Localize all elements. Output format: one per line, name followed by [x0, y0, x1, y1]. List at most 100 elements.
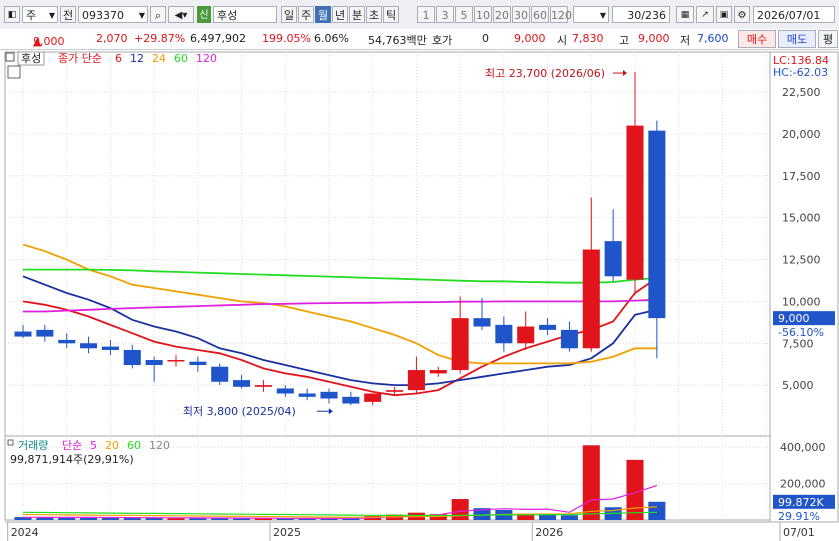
open-label: 시: [557, 34, 568, 47]
volume-settings-icon: [7, 439, 14, 446]
candle-body: [298, 393, 316, 397]
volume-ma-legend-5: 5: [90, 439, 97, 452]
x-tick-label: 2025: [273, 526, 301, 539]
candle-body: [626, 125, 644, 280]
sell-button[interactable]: 매도: [778, 30, 816, 48]
stock-code-value: 093370: [82, 9, 124, 22]
interval-30-button[interactable]: 30: [512, 6, 530, 23]
hc-label: HC:-62.03: [773, 66, 828, 79]
ma-legend-120: 120: [196, 52, 217, 65]
interval-5-button[interactable]: 5: [455, 6, 473, 23]
volume-bar: [560, 515, 578, 520]
y-tick-label: 10,000: [782, 295, 821, 308]
ma-legend-12: 12: [130, 52, 144, 65]
candle-body: [276, 388, 294, 394]
ma-legend-24: 24: [152, 52, 166, 65]
candle-body: [145, 360, 163, 366]
volume-bar: [539, 514, 557, 520]
period-6-button[interactable]: 초: [366, 6, 382, 23]
stock-badge: 신: [197, 6, 211, 23]
candle-body: [80, 343, 98, 349]
volume-ma-legend-60: 60: [127, 439, 141, 452]
chart-background: [0, 50, 839, 541]
period-2-button[interactable]: 주: [298, 6, 314, 23]
current-change-label: -56.10%: [778, 326, 824, 339]
volume-bar: [80, 517, 98, 520]
table-icon: [7, 65, 21, 79]
interval-1-button[interactable]: 1: [417, 6, 435, 23]
volume-tick-label: 200,000: [780, 478, 826, 491]
volume-value: 6,497,902: [190, 32, 246, 45]
count-value: 30: [627, 9, 642, 22]
period-1-button[interactable]: 일: [281, 6, 297, 23]
stock-name-field: 후성: [213, 6, 277, 23]
settings-square-icon: [5, 52, 15, 62]
low-value: 7,600: [697, 32, 729, 45]
candle-body: [560, 329, 578, 349]
grid-icon[interactable]: ▦: [676, 6, 694, 23]
price-chart[interactable]: 5,000 7,500 10,000 12,500 15,000 17,500 20,000…: [0, 50, 839, 541]
price-change-pct: +29.87%: [134, 32, 186, 45]
chart-type-icon[interactable]: ↗: [696, 6, 714, 23]
save-icon[interactable]: ▣: [716, 6, 732, 23]
search-icon[interactable]: ⌕: [150, 6, 166, 23]
candle-body: [101, 346, 119, 350]
ma-legend-60: 60: [174, 52, 188, 65]
layout-icon[interactable]: ◧: [4, 6, 20, 23]
candle-body: [58, 339, 76, 344]
volume-bar: [648, 501, 666, 520]
interval-10-button[interactable]: 10: [474, 6, 492, 23]
volume-bar: [101, 517, 119, 520]
period-3-button[interactable]: 월: [315, 6, 331, 23]
date-value: 2026/07/01: [757, 9, 821, 22]
interval-3-button[interactable]: 3: [436, 6, 454, 23]
candle-body: [320, 391, 338, 399]
market-select[interactable]: 주 ▼: [22, 6, 58, 23]
date-input[interactable]: 2026/07/01: [753, 6, 835, 23]
gear-icon[interactable]: ⚙: [734, 6, 750, 23]
candle-body: [517, 326, 535, 344]
current-price-label: 9,000: [778, 312, 810, 325]
period-combo[interactable]: ▼: [573, 6, 609, 23]
volume-bar: [582, 445, 600, 520]
volume-ma-legend-20: 20: [105, 439, 119, 452]
count-input[interactable]: 30/236: [612, 6, 670, 23]
candle-body: [123, 349, 141, 366]
interval-20-button[interactable]: 20: [493, 6, 511, 23]
y-tick-label: 17,500: [782, 170, 821, 183]
y-tick-label: 7,500: [782, 337, 814, 350]
candle-body: [254, 385, 272, 387]
candle-body: [167, 360, 185, 362]
buy-button[interactable]: 매수: [738, 30, 776, 48]
volume-bar: [167, 518, 185, 520]
current-volume-label: 99.872K: [778, 496, 824, 509]
y-tick-label: 5,000: [782, 379, 814, 392]
candle-body: [473, 318, 491, 327]
period-4-button[interactable]: 년: [332, 6, 348, 23]
candle-body: [451, 318, 469, 371]
x-tick-label: 2024: [11, 526, 39, 539]
candle-body: [364, 393, 382, 402]
candle-body: [189, 361, 207, 366]
candle-body: [233, 380, 251, 387]
stock-code-input[interactable]: 093370 ▼: [78, 6, 148, 23]
eval-button[interactable]: 평: [818, 30, 838, 48]
up-arrow-icon: ▲: [33, 35, 42, 48]
ma-legend-6: 6: [115, 52, 122, 65]
speaker-icon[interactable]: ◀▾: [168, 6, 194, 23]
candle-body: [648, 130, 666, 319]
interval-60-button[interactable]: 60: [531, 6, 549, 23]
period-5-button[interactable]: 분: [349, 6, 365, 23]
interval-120-button[interactable]: 120: [550, 6, 572, 23]
y-tick-label: 20,000: [782, 128, 821, 141]
quote-bar: 9,000 ▲ 2,070 +29.87% 6,497,902 199.05% …: [0, 29, 839, 50]
x-tick-label: 2026: [535, 526, 563, 539]
candle-body: [36, 329, 54, 337]
y-tick-label: 22,500: [782, 86, 821, 99]
chevron-down-icon: ▼: [599, 11, 606, 20]
min-annotation: 최저 3,800 (2025/04): [183, 405, 296, 418]
code-prefix-button[interactable]: 전: [60, 6, 76, 23]
period-7-button[interactable]: 틱: [383, 6, 399, 23]
candle-body: [429, 370, 447, 374]
trade-value: 54,763백만: [368, 34, 427, 47]
